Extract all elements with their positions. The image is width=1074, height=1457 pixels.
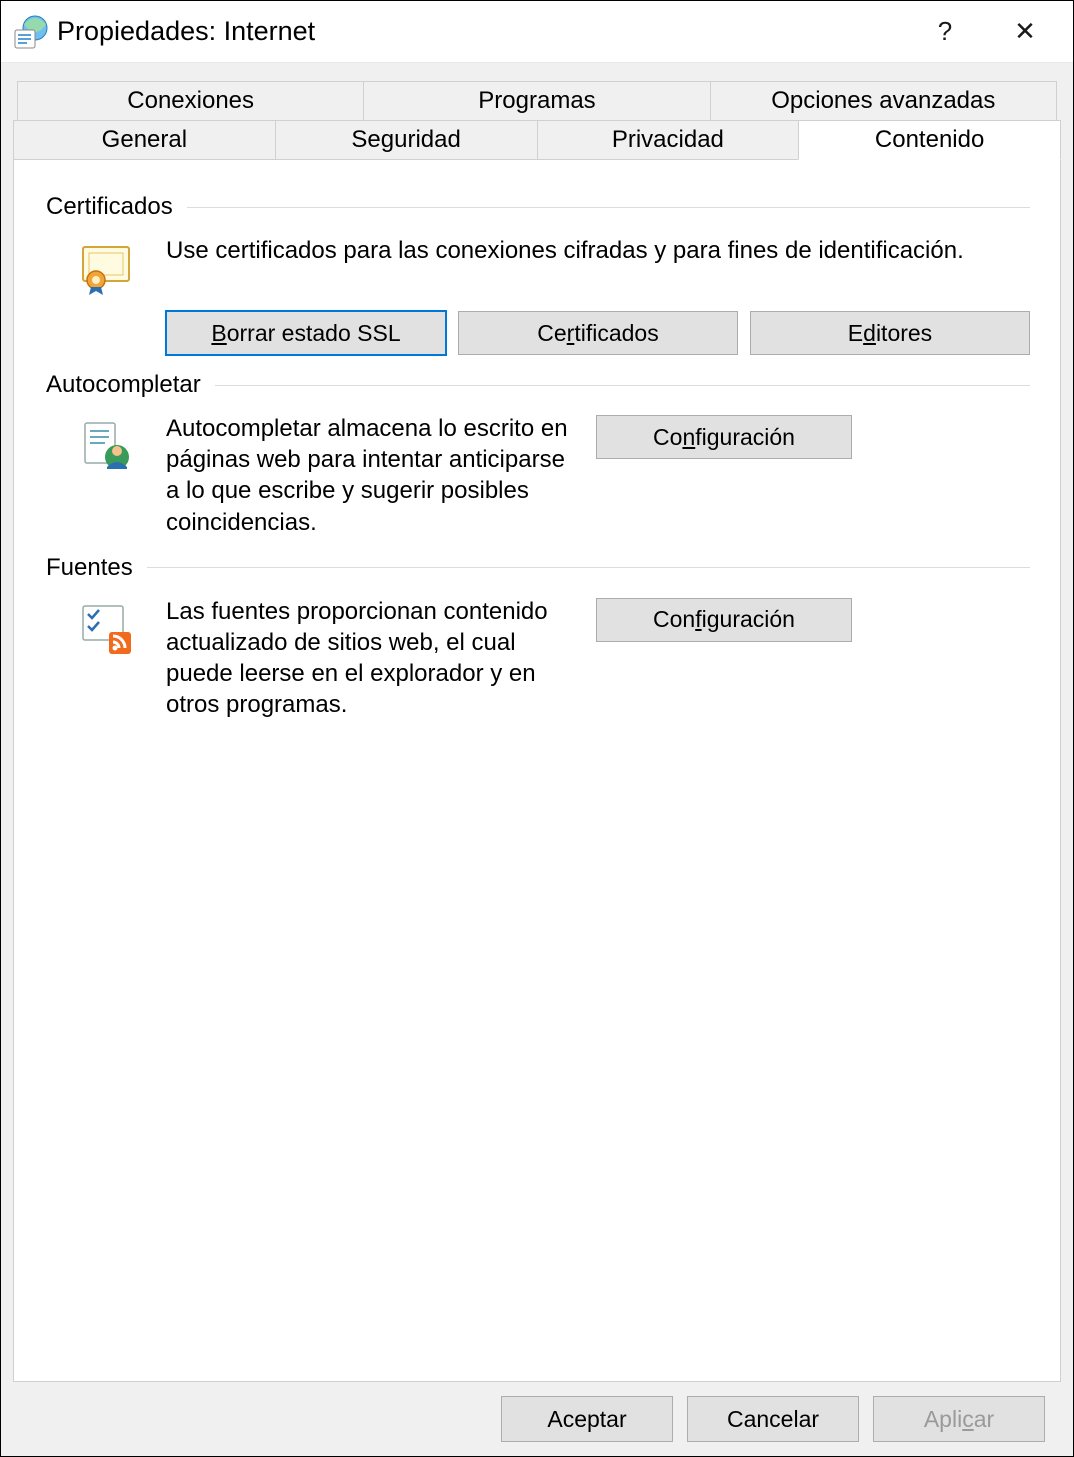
tab-seguridad[interactable]: Seguridad — [275, 120, 538, 160]
feeds-settings-button[interactable]: Configuración — [596, 598, 852, 642]
cancel-button[interactable]: Cancelar — [687, 1396, 859, 1442]
tab-label: Privacidad — [612, 126, 724, 154]
tab-privacidad[interactable]: Privacidad — [537, 120, 800, 160]
autocomplete-icon — [79, 419, 133, 473]
tab-opciones-avanzadas[interactable]: Opciones avanzadas — [710, 81, 1057, 121]
button-label: Aceptar — [547, 1406, 626, 1433]
tab-panel-contenido: Certificados — [13, 159, 1061, 1382]
divider — [187, 207, 1030, 208]
group-certificados: Certificados — [46, 193, 1030, 355]
tab-programas[interactable]: Programas — [363, 81, 710, 121]
tab-label: Opciones avanzadas — [771, 87, 995, 115]
dialog-body: Conexiones Programas Opciones avanzadas … — [1, 63, 1073, 1456]
tab-label: General — [102, 126, 187, 154]
window-title: Propiedades: Internet — [57, 16, 905, 47]
group-autocompletar: Autocompletar — [46, 371, 1030, 538]
tab-strip: Conexiones Programas Opciones avanzadas … — [13, 81, 1061, 160]
certificate-icon — [79, 241, 133, 295]
tab-label: Programas — [478, 87, 595, 115]
autocomplete-settings-button[interactable]: Configuración — [596, 415, 852, 459]
feeds-description: Las fuentes proporcionan contenido actua… — [166, 596, 584, 721]
dialog-footer: Aceptar Cancelar Aplicar — [13, 1382, 1061, 1442]
internet-properties-dialog: Propiedades: Internet ? ✕ Conexiones Pro… — [0, 0, 1074, 1457]
autocomplete-description: Autocompletar almacena lo escrito en pág… — [166, 413, 584, 538]
close-icon: ✕ — [1014, 16, 1036, 47]
button-label: Cancelar — [727, 1406, 819, 1433]
divider — [215, 385, 1030, 386]
group-fuentes: Fuentes — [46, 554, 1030, 721]
tab-general[interactable]: General — [13, 120, 276, 160]
feeds-icon — [79, 602, 133, 656]
help-icon: ? — [938, 16, 952, 47]
publishers-button[interactable]: Editores — [750, 311, 1030, 355]
divider — [147, 567, 1030, 568]
apply-button[interactable]: Aplicar — [873, 1396, 1045, 1442]
close-button[interactable]: ✕ — [985, 7, 1065, 57]
tab-label: Seguridad — [351, 126, 460, 154]
certificates-description: Use certificados para las conexiones cif… — [166, 235, 1018, 266]
group-title: Certificados — [46, 193, 187, 221]
titlebar: Propiedades: Internet ? ✕ — [1, 1, 1073, 63]
ok-button[interactable]: Aceptar — [501, 1396, 673, 1442]
tab-label: Contenido — [875, 126, 984, 154]
help-button[interactable]: ? — [905, 7, 985, 57]
tab-conexiones[interactable]: Conexiones — [17, 81, 364, 121]
tab-label: Conexiones — [127, 87, 254, 115]
internet-options-icon — [13, 14, 49, 50]
tab-contenido[interactable]: Contenido — [798, 120, 1061, 160]
button-label: Aplicar — [924, 1406, 994, 1433]
group-title: Fuentes — [46, 554, 147, 582]
certificates-button[interactable]: Certificados — [458, 311, 738, 355]
clear-ssl-state-button[interactable]: Borrar estado SSL — [166, 311, 446, 355]
group-title: Autocompletar — [46, 371, 215, 399]
